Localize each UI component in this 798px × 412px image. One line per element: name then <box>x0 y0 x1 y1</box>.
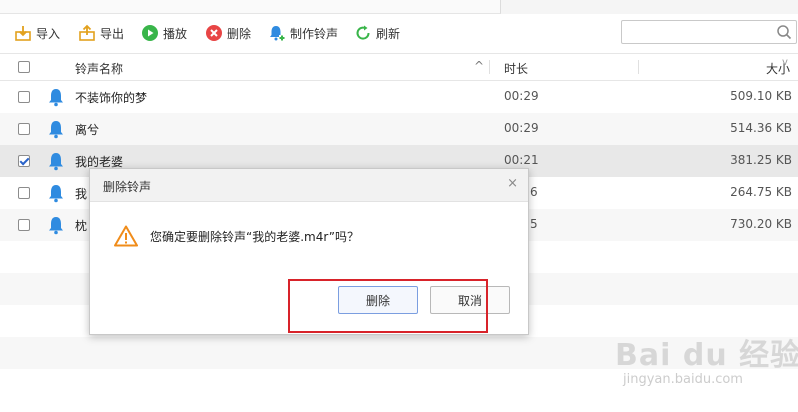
ringtone-duration: 00:21 <box>504 153 539 167</box>
row-checkbox[interactable] <box>18 91 30 103</box>
sort-asc-icon[interactable]: ^ <box>474 59 484 73</box>
annotation-highlight <box>288 279 488 333</box>
make-ringtone-button[interactable]: 制作铃声 <box>268 24 338 42</box>
export-icon <box>78 24 96 42</box>
top-strip <box>0 0 798 14</box>
table-row[interactable]: 离兮 00:29 514.36 KB <box>0 113 798 145</box>
ringtone-size: 264.75 KB <box>730 185 792 199</box>
ringtone-size: 509.10 KB <box>730 89 792 103</box>
bell-plus-icon <box>268 24 286 42</box>
ringtone-size: 514.36 KB <box>730 121 792 135</box>
warning-icon <box>114 225 138 250</box>
ringtone-duration: 5 <box>530 217 538 231</box>
ringtone-name: 离兮 <box>75 123 100 137</box>
empty-row <box>0 337 798 369</box>
delete-label: 删除 <box>227 26 252 41</box>
import-icon <box>14 24 32 42</box>
row-checkbox[interactable] <box>18 187 30 199</box>
refresh-icon <box>354 24 372 42</box>
bell-icon <box>46 151 66 174</box>
empty-row <box>0 369 798 401</box>
bell-icon <box>46 183 66 206</box>
refresh-button[interactable]: 刷新 <box>354 24 400 42</box>
refresh-label: 刷新 <box>376 26 401 41</box>
export-button[interactable]: 导出 <box>78 24 124 42</box>
delete-button[interactable]: 删除 <box>205 24 251 42</box>
dialog-header: 删除铃声 × <box>90 169 528 202</box>
search-input[interactable] <box>628 22 772 44</box>
ringtone-name: 我 <box>75 187 88 201</box>
row-checkbox[interactable] <box>18 219 30 231</box>
header-name[interactable]: 铃声名称 <box>75 60 123 77</box>
tab-area <box>0 0 501 14</box>
ringtone-duration: 00:29 <box>504 89 539 103</box>
ringtone-duration: 6 <box>530 185 538 199</box>
bell-icon <box>46 87 66 110</box>
table-header: 铃声名称 ^ 时长 大小 v <box>0 53 798 81</box>
play-label: 播放 <box>163 26 188 41</box>
play-button[interactable]: 播放 <box>141 24 187 42</box>
bell-icon <box>46 215 66 238</box>
row-checkbox[interactable] <box>18 155 30 167</box>
table-row[interactable]: 不装饰你的梦 00:29 509.10 KB <box>0 81 798 113</box>
search-icon[interactable] <box>776 24 792 43</box>
dialog-title: 删除铃声 <box>103 180 152 194</box>
export-label: 导出 <box>100 26 125 41</box>
bell-icon <box>46 119 66 142</box>
make-ringtone-label: 制作铃声 <box>290 26 339 41</box>
ringtone-duration: 00:29 <box>504 121 539 135</box>
select-all-checkbox[interactable] <box>18 61 30 73</box>
search-box[interactable] <box>621 20 797 44</box>
ringtone-name: 不装饰你的梦 <box>75 91 148 105</box>
play-icon <box>141 24 159 42</box>
size-sort-indicator: v <box>782 57 788 68</box>
dialog-message: 您确定要删除铃声“我的老婆.m4r”吗？ <box>150 230 360 244</box>
import-button[interactable]: 导入 <box>14 24 60 42</box>
column-divider[interactable] <box>638 60 639 74</box>
ringtone-size: 730.20 KB <box>730 217 792 231</box>
ringtone-size: 381.25 KB <box>730 153 792 167</box>
column-divider[interactable] <box>489 60 490 74</box>
import-label: 导入 <box>36 26 61 41</box>
row-checkbox[interactable] <box>18 123 30 135</box>
ringtone-name: 枕 <box>75 219 88 233</box>
close-icon[interactable]: × <box>507 176 518 191</box>
header-duration[interactable]: 时长 <box>504 60 528 77</box>
delete-icon <box>205 24 223 42</box>
